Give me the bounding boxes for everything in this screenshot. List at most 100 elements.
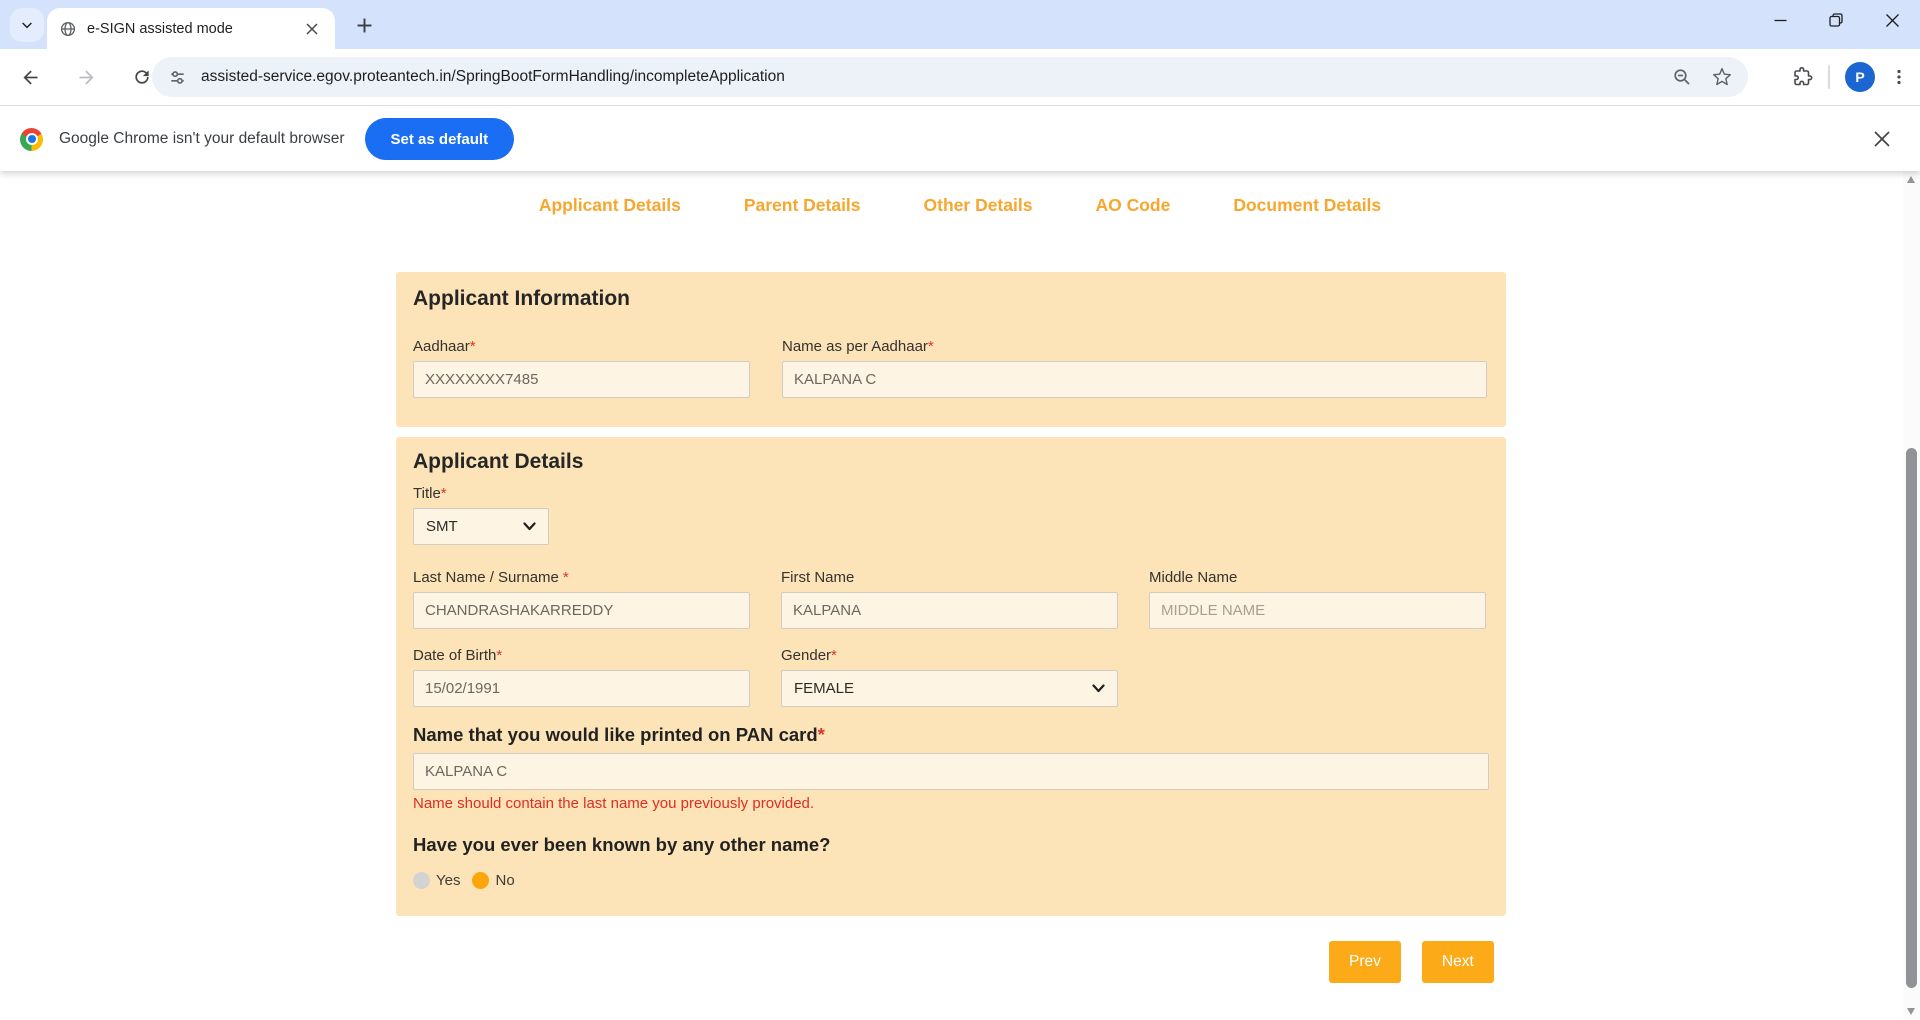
scroll-down-arrow-icon[interactable] xyxy=(1907,1008,1915,1015)
chevron-down-icon xyxy=(523,522,536,531)
scroll-up-arrow-icon[interactable] xyxy=(1907,176,1915,183)
radio-yes-label: Yes xyxy=(436,872,460,889)
pan-name-input[interactable] xyxy=(413,753,1489,790)
applicant-details-card: Applicant Details Title* SMT Last Name /… xyxy=(396,437,1506,916)
zoom-out-icon[interactable] xyxy=(1672,67,1692,87)
aadhaar-name-field-group: Name as per Aadhaar* xyxy=(782,338,1487,398)
globe-favicon-icon xyxy=(59,20,77,38)
gender-select[interactable]: FEMALE xyxy=(781,670,1118,707)
restore-icon xyxy=(1829,13,1843,27)
chevron-down-icon xyxy=(1092,684,1105,693)
aadhaar-input[interactable] xyxy=(413,361,750,398)
first-name-input[interactable] xyxy=(781,592,1118,629)
form-step-tabs: Applicant Details Parent Details Other D… xyxy=(0,195,1920,216)
radio-yes-circle[interactable] xyxy=(413,872,430,889)
title-select-value: SMT xyxy=(426,518,458,535)
back-arrow-icon xyxy=(20,67,41,88)
chevron-down-icon xyxy=(19,17,35,33)
plus-icon xyxy=(357,18,372,33)
gender-field-group: Gender* FEMALE xyxy=(781,647,1118,707)
close-window-button[interactable] xyxy=(1864,0,1920,40)
tab-title: e-SIGN assisted mode xyxy=(87,21,291,37)
tab-strip: e-SIGN assisted mode xyxy=(0,0,1920,49)
required-mark: * xyxy=(818,724,825,745)
radio-no-circle[interactable] xyxy=(472,872,489,889)
dob-field-group: Date of Birth* xyxy=(413,647,750,707)
middle-name-label: Middle Name xyxy=(1149,569,1486,587)
last-name-label: Last Name / Surname* xyxy=(413,569,750,587)
tab-document-details[interactable]: Document Details xyxy=(1233,195,1381,216)
form-actions: Prev Next xyxy=(1329,941,1494,983)
dob-input[interactable] xyxy=(413,670,750,707)
title-field-group: Title* SMT xyxy=(413,485,1489,545)
middle-name-input[interactable] xyxy=(1149,592,1486,629)
aadhaar-name-label: Name as per Aadhaar* xyxy=(782,338,1487,356)
aadhaar-name-input[interactable] xyxy=(782,361,1487,398)
tab-other-details[interactable]: Other Details xyxy=(924,195,1033,216)
minimize-icon xyxy=(1774,14,1787,27)
last-name-field-group: Last Name / Surname* xyxy=(413,569,750,629)
gender-label: Gender* xyxy=(781,647,1118,665)
applicant-information-title: Applicant Information xyxy=(413,286,1489,312)
new-tab-button[interactable] xyxy=(352,13,376,37)
site-settings-icon[interactable] xyxy=(168,68,187,87)
default-browser-infobar: Google Chrome isn't your default browser… xyxy=(0,107,1920,171)
set-as-default-button[interactable]: Set as default xyxy=(365,118,515,160)
menu-kebab-icon[interactable] xyxy=(1890,68,1908,86)
first-name-field-group: First Name xyxy=(781,569,1118,629)
middle-name-field-group: Middle Name xyxy=(1149,569,1486,629)
toolbar-divider xyxy=(1828,65,1830,89)
scrollbar-thumb[interactable] xyxy=(1906,448,1917,988)
applicant-information-card: Applicant Information Aadhaar* Name as p… xyxy=(396,272,1506,427)
infobar-message: Google Chrome isn't your default browser xyxy=(59,130,345,148)
back-button[interactable] xyxy=(14,61,46,93)
restore-button[interactable] xyxy=(1808,0,1864,40)
minimize-button[interactable] xyxy=(1752,0,1808,40)
other-name-radio-group: Yes No xyxy=(413,872,1489,889)
last-name-input[interactable] xyxy=(413,592,750,629)
first-name-label: First Name xyxy=(781,569,1118,587)
title-label: Title* xyxy=(413,485,1489,503)
chrome-logo-icon xyxy=(20,128,43,151)
tab-close-icon[interactable] xyxy=(301,18,323,40)
applicant-details-title: Applicant Details xyxy=(413,449,1489,475)
required-mark: * xyxy=(563,569,569,586)
tab-parent-details[interactable]: Parent Details xyxy=(744,195,861,216)
tab-ao-code[interactable]: AO Code xyxy=(1095,195,1170,216)
radio-option-yes[interactable]: Yes xyxy=(413,872,460,889)
infobar-close-icon[interactable] xyxy=(1868,125,1896,153)
radio-option-no[interactable]: No xyxy=(472,872,514,889)
other-name-question: Have you ever been known by any other na… xyxy=(413,833,1489,857)
forward-arrow-icon xyxy=(76,67,97,88)
tab-search-button[interactable] xyxy=(10,8,44,42)
vertical-scrollbar[interactable] xyxy=(1903,171,1920,1020)
browser-window: e-SIGN assisted mode xyxy=(0,0,1920,1020)
browser-tab[interactable]: e-SIGN assisted mode xyxy=(47,8,335,49)
profile-avatar[interactable]: P xyxy=(1845,62,1875,92)
gender-select-value: FEMALE xyxy=(794,680,854,697)
radio-no-label: No xyxy=(495,872,514,889)
close-icon xyxy=(1886,14,1899,27)
window-controls xyxy=(1752,0,1920,40)
url-text[interactable]: assisted-service.egov.proteantech.in/Spr… xyxy=(201,68,1672,86)
forward-button[interactable] xyxy=(70,61,102,93)
browser-toolbar: assisted-service.egov.proteantech.in/Spr… xyxy=(0,49,1920,106)
title-select[interactable]: SMT xyxy=(413,508,549,545)
pan-name-error: Name should contain the last name you pr… xyxy=(413,795,1489,813)
prev-button[interactable]: Prev xyxy=(1329,941,1401,983)
pan-name-heading: Name that you would like printed on PAN … xyxy=(413,723,1489,747)
extensions-icon[interactable] xyxy=(1791,66,1813,88)
next-button[interactable]: Next xyxy=(1422,941,1494,983)
address-bar[interactable]: assisted-service.egov.proteantech.in/Spr… xyxy=(152,57,1748,97)
aadhaar-field-group: Aadhaar* xyxy=(413,338,750,398)
dob-label: Date of Birth* xyxy=(413,647,750,665)
tab-applicant-details[interactable]: Applicant Details xyxy=(539,195,681,216)
required-mark: * xyxy=(928,338,934,355)
reload-icon xyxy=(132,67,152,87)
required-mark: * xyxy=(441,485,447,502)
required-mark: * xyxy=(496,647,502,664)
aadhaar-label: Aadhaar* xyxy=(413,338,750,356)
bookmark-star-icon[interactable] xyxy=(1712,67,1732,87)
page-content: Applicant Details Parent Details Other D… xyxy=(0,171,1920,1020)
required-mark: * xyxy=(831,647,837,664)
